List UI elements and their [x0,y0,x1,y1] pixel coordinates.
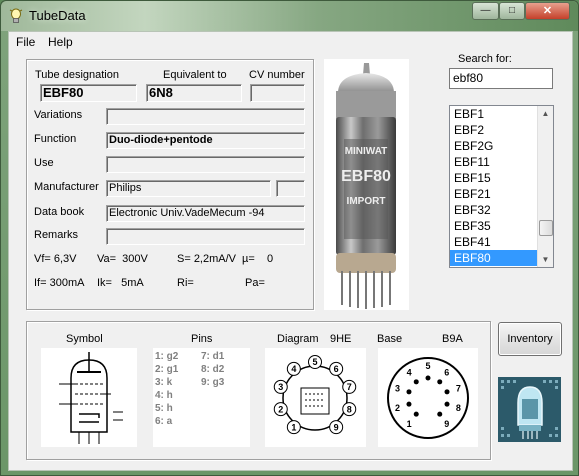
tube-brand-line-2: EBF80 [341,168,391,185]
pin-number-label: 5 [425,361,430,371]
menu-bar: File Help [9,32,572,51]
title-bar[interactable]: TubeData — □ ✕ [1,1,578,31]
base-pin-hole [437,379,443,385]
pin-number-label: 4 [291,364,296,374]
pins-panel: 1: g2 2: g1 3: k 4: h 5: h 6: a 7: d1 8:… [153,348,250,447]
mu-value: µ= 0 [242,253,274,265]
base-code: B9A [442,333,463,345]
minimize-button[interactable]: — [472,2,499,20]
client-area: File Help Tube designation Equivalent to… [8,31,573,471]
base-pin-hole [437,411,443,417]
search-input[interactable]: ebf80 [449,68,553,89]
variations-field[interactable] [106,108,305,125]
tube-symbol [41,348,137,447]
function-field[interactable]: Duo-diode+pentode [106,132,305,149]
tube-brand-line-1: MINIWAT [345,146,388,157]
maximize-button[interactable]: □ [499,2,525,20]
menu-help[interactable]: Help [48,35,73,49]
diagram-code: 9HE [330,333,352,345]
pin-number-label: 7 [456,383,461,393]
s-value: S= 2,2mA/V [177,253,237,265]
pin-number-label: 3 [395,383,400,393]
pin-entry: 2: g1 [155,364,179,375]
pin-number-label: 6 [444,367,449,377]
base-pin-hole [406,389,412,395]
pin-entry: 6: a [155,416,173,427]
pin-number-label: 6 [334,364,339,374]
pin-diagram: 12 34 5 67 89 [265,348,366,447]
tube-list[interactable]: EBF1 EBF2 EBF2G EBF11 EBF15 EBF21 EBF32 EBF35 EB… [449,105,554,268]
menu-file[interactable]: File [16,35,35,49]
pin-entry: 7: d1 [201,351,225,362]
pa-value: Pa= [245,277,265,289]
vf-value: Vf= 6,3V [34,253,77,265]
pin-number-label: 9 [444,419,449,429]
pin-number-label: 7 [347,382,352,392]
va-value: Va= 300V [97,253,148,265]
cv-number-field[interactable] [250,84,305,102]
tube-designation-label: Tube designation [35,69,119,81]
manufacturer-field[interactable]: Philips [106,180,271,197]
ik-value: Ik= 5mA [97,277,144,289]
base-pin-hole [444,389,450,395]
remarks-field[interactable] [106,228,305,245]
base-label: Base [377,333,403,345]
pin-number-label: 3 [278,382,283,392]
equivalent-field[interactable]: 6N8 [146,84,242,102]
pin-number-label: 4 [407,367,412,377]
symbol-label: Symbol [66,333,103,345]
pins-column-1: 1: g2 2: g1 3: k 4: h 5: h 6: a [155,350,178,428]
pins-column-2: 7: d1 8: d2 9: g3 [201,350,224,389]
diagram-label: Diagram [277,333,319,345]
app-logo-icon[interactable] [498,377,561,442]
use-label: Use [34,157,54,169]
tube-designation-field[interactable]: EBF80 [40,84,137,102]
manufacturer-extra-field[interactable] [276,180,305,197]
scroll-thumb[interactable] [539,220,553,236]
scroll-up-arrow-icon[interactable]: ▲ [540,108,551,119]
pin-entry: 8: d2 [201,364,225,375]
pin-entry: 1: g2 [155,351,179,362]
pins-label: Pins [191,333,213,345]
databook-field[interactable]: Electronic Univ.VadeMecum -94 [106,205,305,222]
app-window: TubeData — □ ✕ File Help Tube designatio… [0,0,579,476]
pin-number-label: 2 [278,404,283,414]
pin-entry: 5: h [155,403,173,414]
tube-photo: MINIWAT EBF80 IMPORT [324,59,409,310]
variations-label: Variations [34,109,83,121]
pin-entry: 4: h [155,390,173,401]
ri-value: Ri= [177,277,194,289]
pin-number-label: 2 [395,403,400,413]
pin-entry: 3: k [155,377,173,388]
base-diagram: 12 34 5 67 89 [378,348,478,447]
search-label: Search for: [458,53,512,65]
remarks-label: Remarks [34,229,79,241]
manufacturer-label: Manufacturer [34,181,99,193]
databook-label: Data book [34,206,85,218]
scroll-down-arrow-icon[interactable]: ▼ [540,254,551,265]
window-title: TubeData [29,8,86,23]
function-label: Function [34,133,77,145]
close-button[interactable]: ✕ [525,2,570,20]
use-field[interactable] [106,156,305,173]
inventory-button[interactable]: Inventory [498,322,562,356]
base-pin-hole [425,375,431,381]
pin-entry: 9: g3 [201,377,225,388]
if-value: If= 300mA [34,277,85,289]
pin-number-label: 5 [312,357,317,367]
pin-number-label: 8 [456,403,461,413]
tube-brand-line-3: IMPORT [347,196,386,207]
lightbulb-icon [9,8,23,23]
equivalent-label: Equivalent to [163,69,227,81]
base-pin-hole [413,411,419,417]
base-pin-hole [406,401,412,407]
pin-number-label: 1 [291,422,296,432]
base-pin-hole [413,379,419,385]
tube-list-scrollbar[interactable]: ▲ ▼ [537,106,553,267]
pin-number-label: 8 [347,404,352,414]
pin-number-label: 9 [334,422,339,432]
cv-number-label: CV number [249,69,305,81]
pin-number-label: 1 [407,419,412,429]
base-pin-hole [444,401,450,407]
